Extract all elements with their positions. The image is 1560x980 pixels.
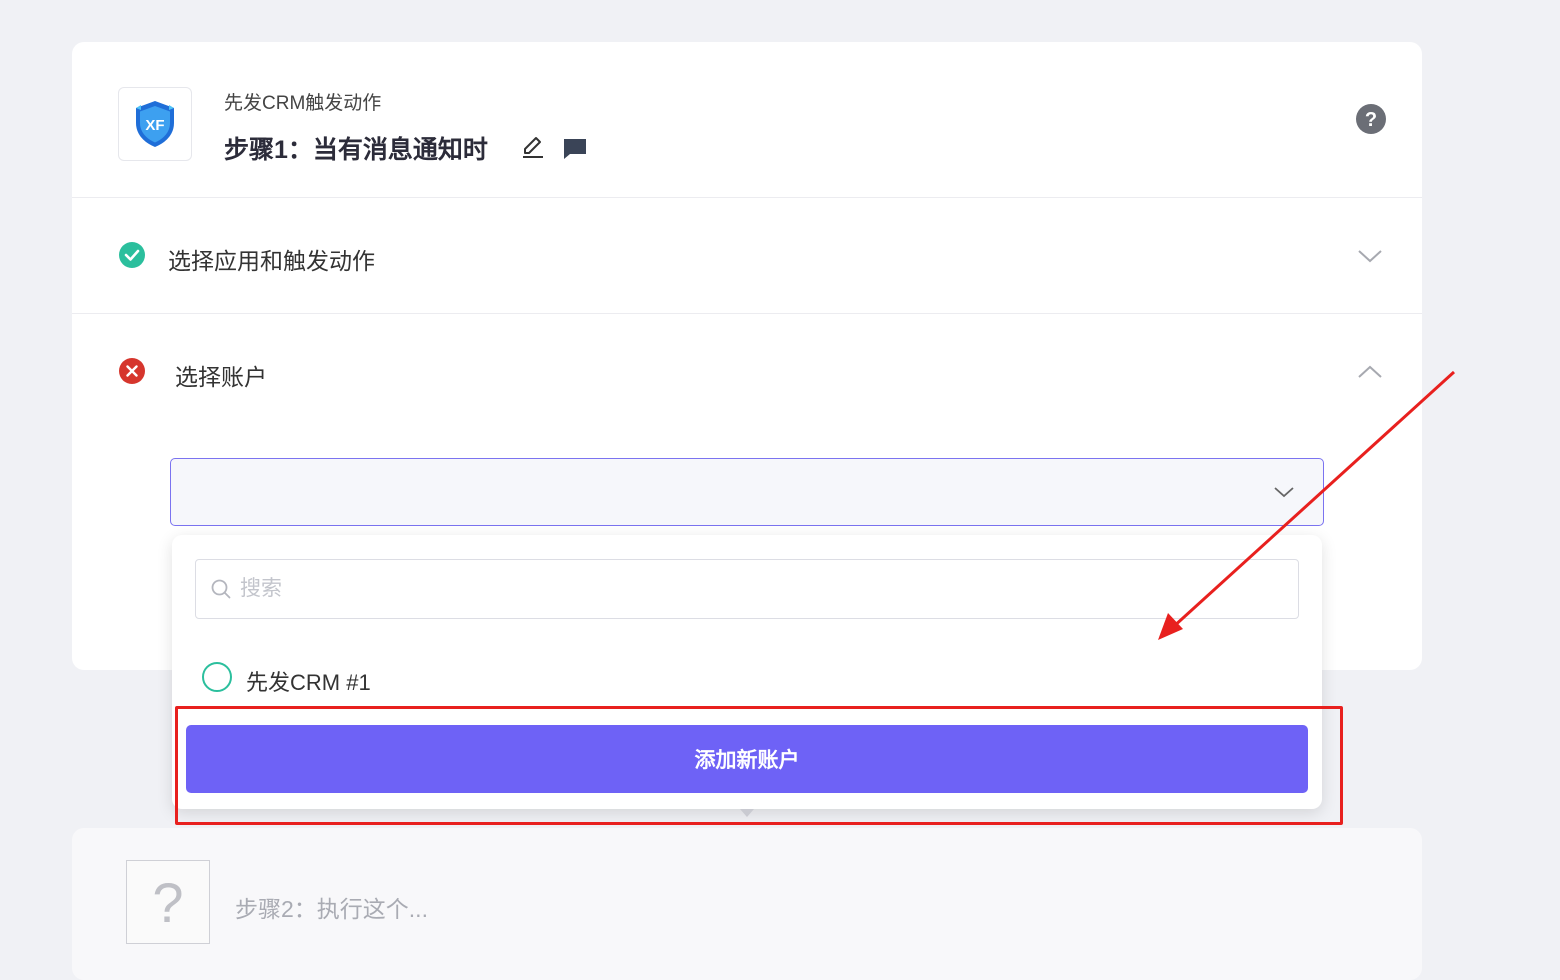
svg-text:?: ? (1365, 109, 1377, 131)
search-input[interactable] (240, 570, 1280, 608)
account-select[interactable] (170, 458, 1324, 526)
step2-card[interactable]: ? 步骤2：执行这个... (72, 828, 1422, 980)
account-dropdown: 先发CRM #1 添加新账户 (172, 535, 1322, 809)
help-icon[interactable]: ? (1355, 103, 1387, 135)
step2-label: 步骤2：执行这个... (235, 896, 428, 922)
dropdown-caret-icon (740, 809, 754, 817)
add-account-button[interactable]: 添加新账户 (186, 725, 1308, 793)
section-label-account[interactable]: 选择账户 (175, 358, 267, 392)
search-field[interactable] (195, 559, 1299, 619)
check-circle-icon (119, 242, 145, 268)
search-icon (211, 579, 231, 599)
chevron-up-icon[interactable] (1355, 362, 1385, 382)
divider (72, 197, 1422, 198)
app-logo: XF (118, 87, 192, 161)
chevron-down-icon[interactable] (1355, 246, 1385, 266)
xf-shield-logo-icon: XF (136, 101, 174, 147)
app-name: 先发CRM触发动作 (224, 93, 382, 114)
step2-placeholder-icon: ? (126, 860, 210, 944)
chevron-down-icon (1274, 487, 1294, 498)
error-circle-icon (119, 358, 145, 384)
pencil-icon[interactable] (520, 134, 546, 160)
step-title: 步骤1：当有消息通知时 (224, 136, 488, 164)
account-option-label: 先发CRM #1 (246, 670, 371, 695)
comment-icon[interactable] (562, 136, 588, 162)
svg-text:XF: XF (145, 117, 164, 134)
divider (72, 313, 1422, 314)
section-label-app-trigger[interactable]: 选择应用和触发动作 (168, 242, 375, 276)
radio-button[interactable] (202, 662, 232, 692)
account-option[interactable]: 先发CRM #1 (200, 659, 700, 695)
